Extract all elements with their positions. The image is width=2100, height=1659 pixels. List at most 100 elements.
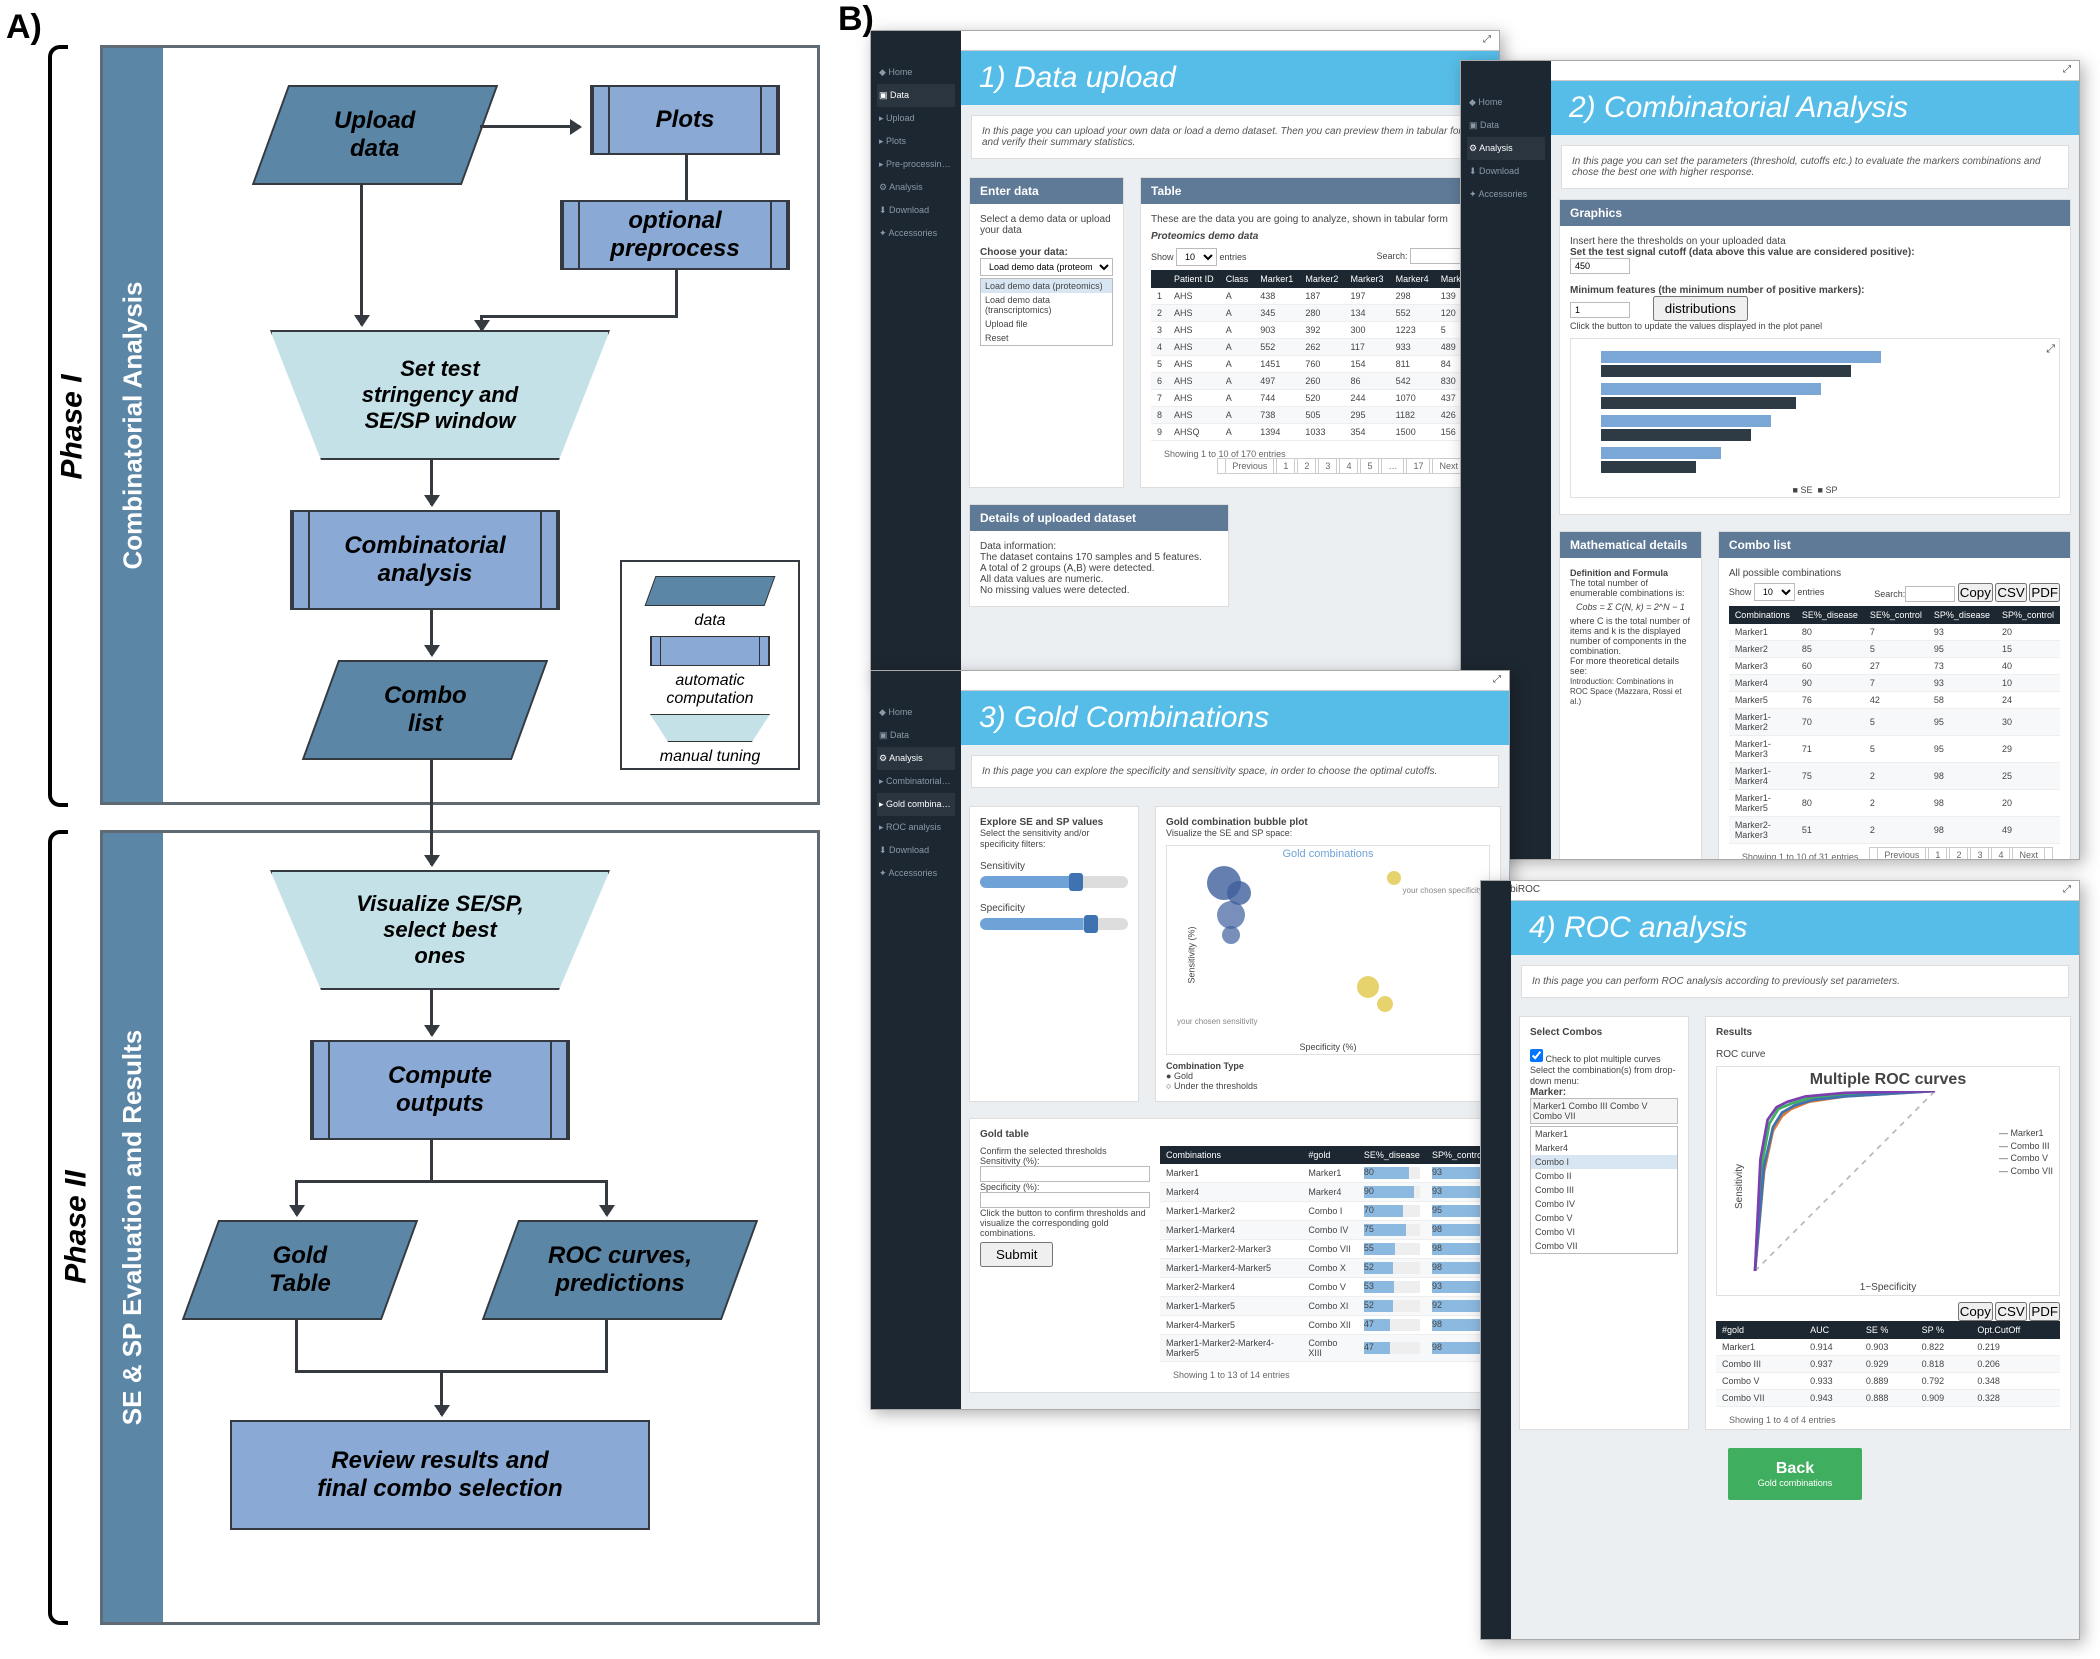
minfeat-input[interactable] xyxy=(1570,302,1630,318)
pager-item[interactable]: 3 xyxy=(1318,458,1337,474)
select-option[interactable]: Upload file xyxy=(981,317,1112,331)
data-select[interactable]: Load demo data (proteomics) xyxy=(980,258,1113,276)
csv-button[interactable]: CSV xyxy=(1995,583,2026,602)
pdf-button[interactable]: PDF xyxy=(2029,583,2060,602)
sidebar-item-plots[interactable]: ▸ Plots xyxy=(877,130,955,153)
select-option[interactable]: Combo III xyxy=(1531,1183,1677,1197)
combo-chips[interactable]: Marker1 Combo III Combo V Combo VII xyxy=(1530,1098,1678,1124)
table-row[interactable]: 6AHSA49726086542830 xyxy=(1151,373,1480,390)
table-row[interactable]: 1AHSA438187197298139 xyxy=(1151,288,1480,305)
sidebar-item-accessories[interactable]: ✦ Accessories xyxy=(877,862,955,885)
table-row[interactable]: Marker1-Marker27059530 xyxy=(1729,709,2060,736)
table-row[interactable]: Marker1-Marker37159529 xyxy=(1729,736,2060,763)
sidebar-item-data[interactable]: ▣ Data xyxy=(877,84,955,107)
pager-item[interactable]: 4 xyxy=(1991,847,2010,860)
sidebar-item-download[interactable]: ⬇ Download xyxy=(877,839,955,862)
pager-item[interactable]: 3 xyxy=(1970,847,1989,860)
table-row[interactable]: 4AHSA552262117933489 xyxy=(1151,339,1480,356)
specificity-slider[interactable] xyxy=(980,918,1128,930)
table-row[interactable]: Marker1Marker18093 xyxy=(1160,1164,1490,1183)
table-row[interactable]: 8AHSA7385052951182426 xyxy=(1151,407,1480,424)
pager-item[interactable]: 5 xyxy=(1360,458,1379,474)
table-row[interactable]: Marker28559515 xyxy=(1729,641,2060,658)
select-option[interactable]: Combo II xyxy=(1531,1169,1677,1183)
table-row[interactable]: 9AHSQA139410333541500156 xyxy=(1151,424,1480,441)
table-pager[interactable]: Showing 1 to 10 of 31 entriesPrevious123… xyxy=(1729,844,2060,860)
sidebar-item-gold[interactable]: ▸ Gold combinations xyxy=(877,793,955,816)
select-option[interactable]: Marker1 xyxy=(1531,1127,1677,1141)
select-option[interactable]: Combo VII xyxy=(1531,1239,1677,1253)
select-option[interactable]: Combo VI xyxy=(1531,1225,1677,1239)
sidebar-nav[interactable] xyxy=(1481,881,1511,1639)
sidebar-item-analysis[interactable]: ⚙ Analysis xyxy=(877,176,955,199)
sidebar-item-accessories[interactable]: ✦ Accessories xyxy=(877,222,955,245)
entries-control[interactable]: Show 10 entries xyxy=(1729,583,1825,602)
distributions-button[interactable]: distributions xyxy=(1653,296,1748,321)
select-option[interactable]: Combo V xyxy=(1531,1211,1677,1225)
select-option[interactable]: Combo I xyxy=(1531,1155,1677,1169)
pager-item[interactable]: 1 xyxy=(1276,458,1295,474)
select-option[interactable]: Reset xyxy=(981,331,1112,345)
select-dropdown[interactable]: Load demo data (proteomics) Load demo da… xyxy=(980,278,1113,346)
sidebar-item-home[interactable]: ◆ Home xyxy=(1467,91,1545,114)
table-row[interactable]: Marker4Marker49093 xyxy=(1160,1183,1490,1202)
table-row[interactable]: Combo V0.9330.8890.7920.348 xyxy=(1716,1373,2060,1390)
table-row[interactable]: 3AHSA90339230012235 xyxy=(1151,322,1480,339)
select-option[interactable]: Marker4 xyxy=(1531,1141,1677,1155)
pager-item[interactable]: 4 xyxy=(1339,458,1358,474)
pager-item[interactable]: 17 xyxy=(1406,458,1430,474)
sidebar-item-download[interactable]: ⬇ Download xyxy=(1467,160,1545,183)
table-row[interactable]: Marker1-Marker58029820 xyxy=(1729,790,2060,817)
table-row[interactable]: Combo VII0.9430.8880.9090.328 xyxy=(1716,1390,2060,1407)
table-row[interactable]: Marker2-Marker4Combo V5393 xyxy=(1160,1278,1490,1297)
copy-button[interactable]: Copy xyxy=(1958,583,1993,602)
pager-item[interactable]: Previous xyxy=(1877,847,1926,860)
back-button[interactable]: BackGold combinations xyxy=(1728,1448,1863,1500)
table-row[interactable]: 7AHSA7445202441070437 xyxy=(1151,390,1480,407)
sidebar-nav[interactable]: ◆ Home ▣ Data ▸ Upload ▸ Plots ▸ Pre-pro… xyxy=(871,31,961,679)
sidebar-item-combo[interactable]: ▸ Combinatorial analysis xyxy=(877,770,955,793)
pager-item[interactable]: 2 xyxy=(1949,847,1968,860)
combolist-table[interactable]: CombinationsSE%_diseaseSE%_controlSP%_di… xyxy=(1729,606,2060,844)
pager-item[interactable]: 1 xyxy=(1928,847,1947,860)
sidebar-item-upload[interactable]: ▸ Upload xyxy=(877,107,955,130)
csv-button[interactable]: CSV xyxy=(1995,1302,2026,1321)
gold-table[interactable]: Combinations#goldSE%_diseaseSP%_controlM… xyxy=(1160,1146,1490,1362)
sidebar-item-home[interactable]: ◆ Home xyxy=(877,61,955,84)
table-row[interactable]: Combo III0.9370.9290.8180.206 xyxy=(1716,1356,2060,1373)
sp-input[interactable] xyxy=(980,1192,1150,1208)
pager-item[interactable]: Next xyxy=(2012,847,2045,860)
table-pager[interactable]: Showing 1 to 10 of 170 entries Previous1… xyxy=(1151,441,1480,477)
table-row[interactable]: Marker1-Marker2-Marker3Combo VII5598 xyxy=(1160,1240,1490,1259)
table-row[interactable]: Marker360277340 xyxy=(1729,658,2060,675)
select-option[interactable]: Combo IV xyxy=(1531,1197,1677,1211)
roc-results-table[interactable]: #goldAUCSE %SP %Opt.CutOffMarker10.9140.… xyxy=(1716,1321,2060,1407)
sidebar-nav[interactable]: ◆ Home ▣ Data ⚙ Analysis ▸ Combinatorial… xyxy=(871,671,961,1409)
table-row[interactable]: Marker4-Marker5Combo XII4798 xyxy=(1160,1316,1490,1335)
table-row[interactable]: Marker1-Marker47529825 xyxy=(1729,763,2060,790)
expand-icon[interactable]: ⤢ xyxy=(1493,674,1501,687)
sidebar-item-preproc[interactable]: ▸ Pre-processing (optional) xyxy=(877,153,955,176)
sidebar-item-data[interactable]: ▣ Data xyxy=(1467,114,1545,137)
table-row[interactable]: Marker1-Marker2Combo I7095 xyxy=(1160,1202,1490,1221)
expand-icon[interactable]: ⤢ xyxy=(2063,64,2071,77)
select-option[interactable]: Load demo data (proteomics) xyxy=(981,279,1112,293)
expand-icon[interactable]: ⤢ xyxy=(2063,884,2071,897)
sidebar-item-roc[interactable]: ▸ ROC analysis xyxy=(877,816,955,839)
se-input[interactable] xyxy=(980,1166,1150,1182)
table-row[interactable]: Marker576425824 xyxy=(1729,692,2060,709)
sidebar-item-analysis[interactable]: ⚙ Analysis xyxy=(1467,137,1545,160)
table-row[interactable]: Marker1-Marker4Combo IV7598 xyxy=(1160,1221,1490,1240)
table-row[interactable]: Marker2-Marker35129849 xyxy=(1729,817,2060,844)
pager-item[interactable]: Previous xyxy=(1225,458,1274,474)
expand-icon[interactable]: ⤢ xyxy=(1483,34,1491,47)
table-row[interactable]: Marker10.9140.9030.8220.219 xyxy=(1716,1339,2060,1356)
table-row[interactable]: 5AHSA145176015481184 xyxy=(1151,356,1480,373)
cutoff-input[interactable] xyxy=(1570,258,1630,274)
submit-button[interactable]: Submit xyxy=(980,1242,1053,1267)
table-row[interactable]: Marker1-Marker2-Marker4-Marker5Combo XII… xyxy=(1160,1335,1490,1362)
select-option[interactable]: Load demo data (transcriptomics) xyxy=(981,293,1112,317)
entries-control[interactable]: Show 10 entries xyxy=(1151,248,1247,266)
table-row[interactable]: 2AHSA345280134552120 xyxy=(1151,305,1480,322)
table-row[interactable]: Marker49079310 xyxy=(1729,675,2060,692)
